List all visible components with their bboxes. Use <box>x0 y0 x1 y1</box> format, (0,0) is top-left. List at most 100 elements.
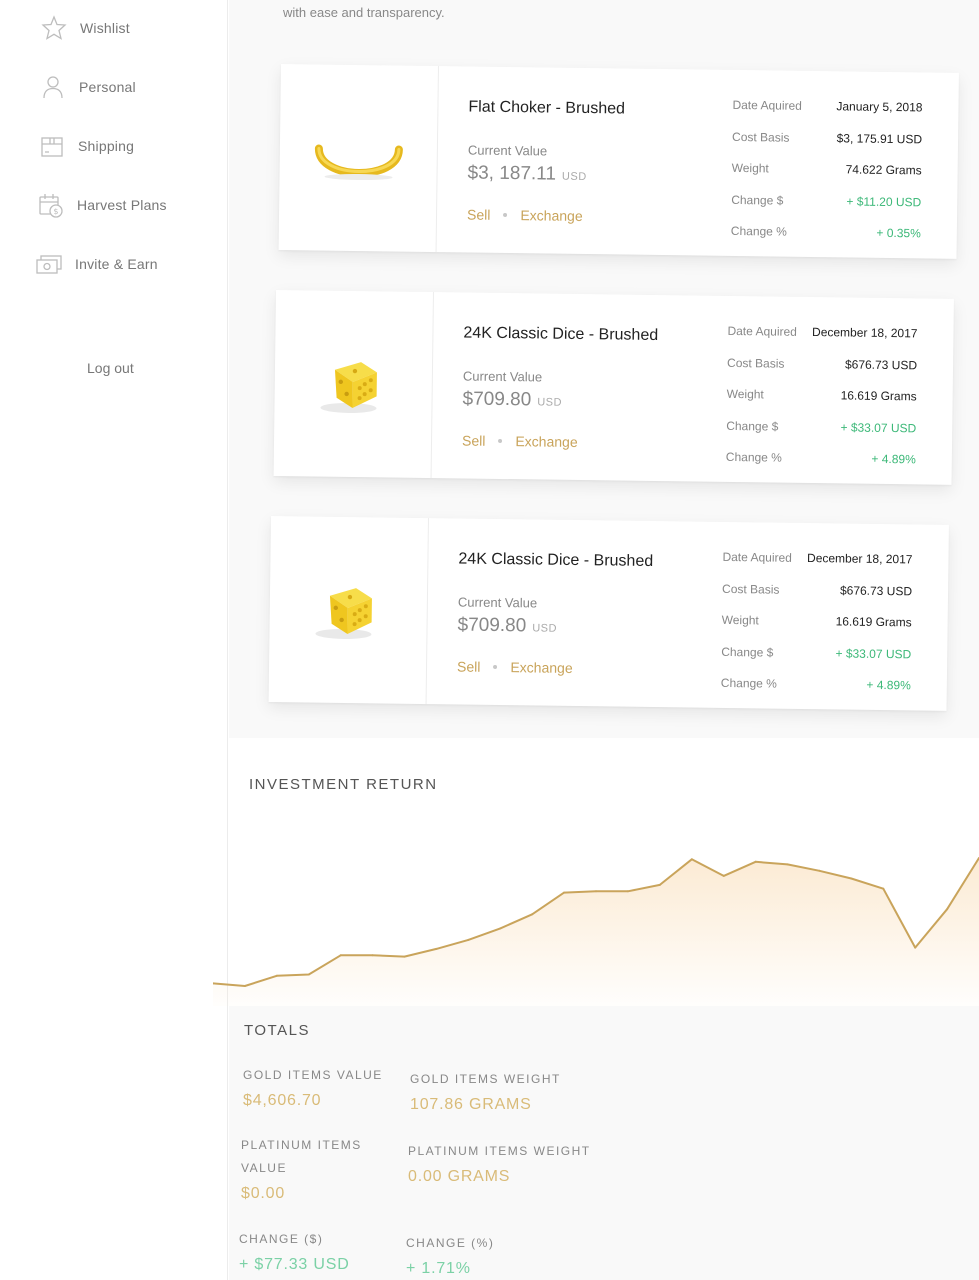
details-table: Date Aquired January 5, 2018 Cost Basis $3… <box>731 98 923 258</box>
details-table: Date Aquired December 18, 2017 Cost Basis… <box>721 550 913 710</box>
calendar-dollar-icon: $ <box>37 191 65 219</box>
stat-label: CHANGE (%) <box>406 1236 495 1250</box>
chart-point <box>563 891 566 894</box>
detail-row: Date Aquired December 18, 2017 <box>722 550 912 584</box>
sidebar-item-invite-earn[interactable]: Invite & Earn <box>35 250 158 278</box>
chart-point <box>435 947 438 950</box>
current-value-label: Current Value <box>462 368 543 385</box>
stat-value: + $77.33 USD <box>239 1256 350 1273</box>
current-value-label: Current Value <box>457 594 538 611</box>
stat-gold-items-value: GOLD ITEMS VALUE $4,606.70 <box>243 1064 383 1110</box>
detail-label: Cost Basis <box>726 355 785 371</box>
detail-row: Date Aquired January 5, 2018 <box>732 98 922 132</box>
detail-row: Change $ + $33.07 USD <box>721 644 911 678</box>
chart-point <box>786 863 789 866</box>
chart-point <box>307 973 310 976</box>
package-icon <box>38 132 66 160</box>
logout-link[interactable]: Log out <box>87 360 134 376</box>
sidebar-item-wishlist[interactable]: Wishlist <box>40 14 130 42</box>
exchange-button[interactable]: Exchange <box>510 659 572 676</box>
detail-label: Date Aquired <box>722 549 792 565</box>
detail-row: Change % + 4.89% <box>726 450 916 484</box>
main-content: with ease and transparency. Flat Choker … <box>213 0 979 1280</box>
sidebar-item-shipping[interactable]: Shipping <box>38 132 134 160</box>
sell-button[interactable]: Sell <box>467 206 491 222</box>
detail-label: Weight <box>731 160 769 176</box>
chart-point <box>626 890 629 893</box>
detail-label: Cost Basis <box>731 129 790 145</box>
dice-image <box>314 588 372 639</box>
detail-value: 74.622 Grams <box>845 162 922 178</box>
choker-image <box>314 144 403 181</box>
card-actions: Sell Exchange <box>457 658 573 676</box>
currency-label: USD <box>537 396 563 409</box>
chart-point <box>658 883 661 886</box>
dice-image <box>319 362 377 413</box>
detail-label: Change % <box>730 223 787 239</box>
detail-value: 16.619 Grams <box>840 388 917 404</box>
page: Wishlist Personal Shipping $ Harvest Pla… <box>0 0 979 1280</box>
detail-label: Date Aquired <box>732 97 802 113</box>
product-name: Flat Choker - Brushed <box>468 98 626 118</box>
sell-button[interactable]: Sell <box>462 432 486 448</box>
totals-section: TOTALS GOLD ITEMS VALUE $4,606.70 GOLD I… <box>229 1006 979 1280</box>
detail-row: Date Aquired December 18, 2017 <box>727 324 917 358</box>
detail-label: Change $ <box>731 192 784 208</box>
product-image <box>268 516 429 705</box>
product-image <box>278 64 439 253</box>
current-value-label: Current Value <box>467 142 548 159</box>
detail-label: Change $ <box>726 418 779 434</box>
stat-label: GOLD ITEMS VALUE <box>243 1068 383 1082</box>
card-actions: Sell Exchange <box>462 432 578 450</box>
chart-point <box>722 874 725 877</box>
current-value: $709.80 USD <box>462 388 562 411</box>
holding-card: 24K Classic Dice - Brushed Current Value… <box>273 290 954 485</box>
sidebar-item-harvest-plans[interactable]: $ Harvest Plans <box>37 191 167 219</box>
star-icon <box>40 14 68 42</box>
detail-value: + 4.89% <box>871 451 916 467</box>
stat-platinum-items-value: PLATINUM ITEMS VALUE $0.00 <box>241 1134 371 1203</box>
holding-card: Flat Choker - Brushed Current Value $3, … <box>278 64 959 259</box>
chart-point <box>754 860 757 863</box>
stat-value: $0.00 <box>241 1185 286 1202</box>
sidebar-item-label: Wishlist <box>80 20 130 36</box>
detail-label: Weight <box>721 612 759 628</box>
sidebar-item-label: Harvest Plans <box>77 197 167 213</box>
chart-point <box>403 955 406 958</box>
totals-title: TOTALS <box>244 1022 310 1039</box>
exchange-button[interactable]: Exchange <box>515 433 577 450</box>
detail-row: Cost Basis $676.73 USD <box>722 581 912 615</box>
holding-card: 24K Classic Dice - Brushed Current Value… <box>268 516 949 711</box>
detail-label: Weight <box>726 386 764 402</box>
chart-point <box>339 954 342 957</box>
details-table: Date Aquired December 18, 2017 Cost Basis… <box>726 324 918 484</box>
separator-dot <box>503 212 508 217</box>
sidebar-item-label: Invite & Earn <box>75 256 158 272</box>
chart-point <box>275 974 278 977</box>
investment-return-title: INVESTMENT RETURN <box>249 776 438 793</box>
stat-change-percent: CHANGE (%) + 1.71% <box>406 1232 566 1278</box>
stat-platinum-items-weight: PLATINUM ITEMS WEIGHT 0.00 GRAMS <box>408 1140 628 1186</box>
detail-row: Change % + 4.89% <box>721 676 911 710</box>
detail-label: Change % <box>720 675 777 691</box>
detail-row: Change $ + $33.07 USD <box>726 418 916 452</box>
detail-row: Cost Basis $676.73 USD <box>727 355 917 389</box>
chart-point <box>467 938 470 941</box>
chart-point <box>243 985 246 987</box>
detail-row: Cost Basis $3, 175.91 USD <box>732 129 922 163</box>
stat-value: + 1.71% <box>406 1260 471 1277</box>
current-value-amount: $3, 187.11 <box>467 162 557 185</box>
sidebar-item-label: Personal <box>79 79 136 95</box>
detail-value: + 0.35% <box>876 225 921 241</box>
chart-point <box>946 908 949 911</box>
stat-value: 0.00 GRAMS <box>408 1168 511 1185</box>
detail-label: Date Aquired <box>727 323 797 339</box>
detail-value: + 4.89% <box>866 677 911 693</box>
sidebar-item-personal[interactable]: Personal <box>39 73 136 101</box>
chart-point <box>595 890 597 893</box>
sell-button[interactable]: Sell <box>457 658 481 674</box>
stat-label: GOLD ITEMS WEIGHT <box>410 1072 561 1086</box>
card-actions: Sell Exchange <box>467 206 583 224</box>
detail-row: Weight 74.622 Grams <box>731 160 922 195</box>
exchange-button[interactable]: Exchange <box>520 207 582 224</box>
